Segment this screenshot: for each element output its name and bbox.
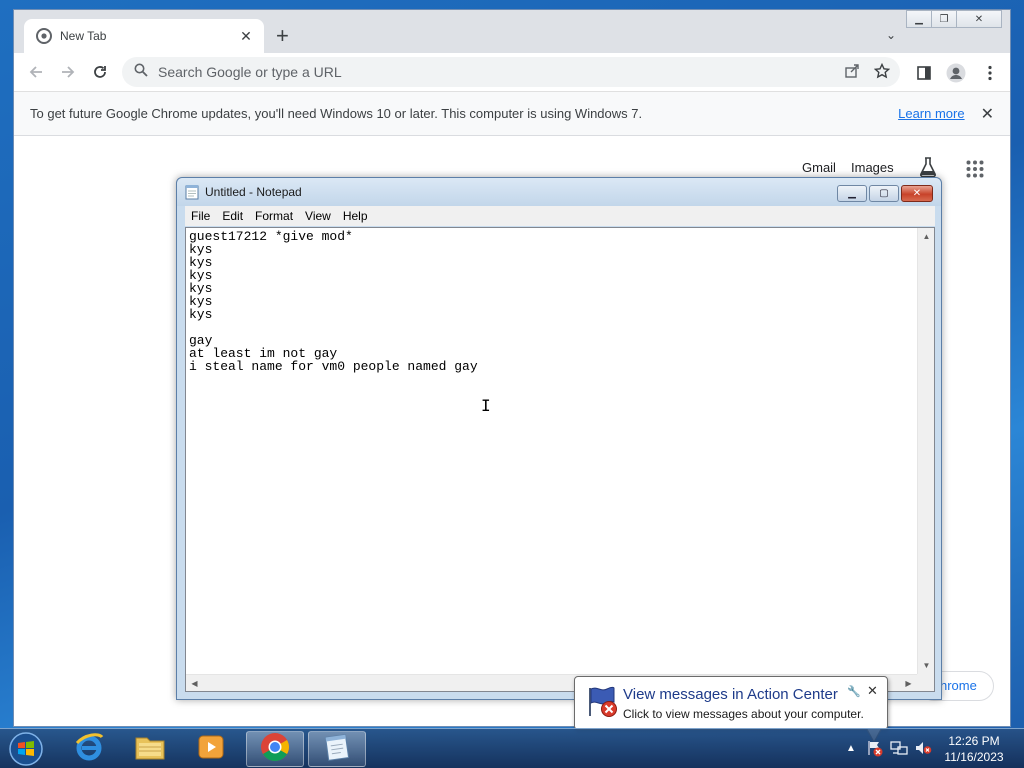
close-window-icon[interactable]: ✕ [956, 10, 1002, 28]
share-icon[interactable] [844, 63, 860, 84]
start-orb-icon[interactable] [6, 730, 46, 768]
google-apps-grid-icon[interactable] [966, 160, 984, 178]
back-arrow-icon[interactable] [26, 62, 46, 82]
taskbar-internet-explorer[interactable] [60, 731, 118, 767]
internet-explorer-icon [73, 731, 105, 768]
notepad-titlebar[interactable]: Untitled - Notepad ▁ ▢ ✕ [177, 178, 941, 206]
chrome-favicon-icon [36, 28, 52, 44]
scroll-up-arrow-icon[interactable]: ▲ [918, 228, 935, 245]
gmail-link[interactable]: Gmail [802, 160, 836, 175]
action-center-balloon[interactable]: View messages in Action Center Click to … [574, 676, 888, 743]
omnibox[interactable] [122, 57, 900, 87]
scroll-right-arrow-icon[interactable]: ▶ [900, 675, 917, 692]
search-icon [134, 63, 148, 82]
taskbar-windows-explorer[interactable] [121, 731, 179, 767]
balloon-title: View messages in Action Center [623, 686, 838, 703]
vertical-scrollbar[interactable]: ▲ ▼ [917, 228, 934, 674]
tab-search-chevron-icon[interactable]: ⌄ [886, 28, 896, 42]
tab-title: New Tab [60, 29, 107, 43]
menu-file[interactable]: File [185, 209, 216, 223]
notepad-window: Untitled - Notepad ▁ ▢ ✕ File Edit Forma… [176, 177, 942, 700]
action-center-flag-icon [585, 685, 619, 719]
action-center-tray-icon[interactable] [866, 739, 884, 762]
tab-new-tab[interactable]: New Tab ✕ [24, 19, 264, 53]
folder-icon [134, 732, 166, 767]
menu-format[interactable]: Format [249, 209, 299, 223]
menu-view[interactable]: View [299, 209, 337, 223]
notepad-minimize-icon[interactable]: ▁ [837, 185, 867, 202]
menu-help[interactable]: Help [337, 209, 374, 223]
minimize-icon[interactable]: ▁ [906, 10, 932, 28]
reload-icon[interactable] [90, 62, 110, 82]
images-link[interactable]: Images [851, 160, 894, 175]
notepad-edit-frame: ▲ ▼ ◀ ▶ I [185, 227, 935, 692]
scrollbar-corner [917, 674, 934, 691]
clock-time: 12:26 PM [948, 734, 1000, 748]
chrome-window-controls: ▁ ❐ ✕ [906, 10, 1002, 28]
taskbar: ▲ 12:26 PM 11/16/2023 [0, 728, 1024, 768]
search-input[interactable] [158, 64, 818, 80]
notepad-text-area[interactable] [187, 229, 918, 675]
tab-close-icon[interactable]: ✕ [238, 28, 254, 45]
scroll-down-arrow-icon[interactable]: ▼ [918, 657, 935, 674]
taskbar-notepad[interactable] [308, 731, 366, 767]
taskbar-media-player[interactable] [182, 731, 240, 767]
balloon-subtitle: Click to view messages about your comput… [623, 707, 864, 721]
infobar-message: To get future Google Chrome updates, you… [30, 106, 643, 121]
notepad-close-icon[interactable]: ✕ [901, 185, 933, 202]
kebab-menu-icon[interactable] [980, 63, 1000, 83]
tab-strip: New Tab ✕ + ⌄ ▁ ❐ ✕ [14, 10, 1010, 53]
notepad-menubar: File Edit Format View Help [185, 206, 935, 226]
clock-date: 11/16/2023 [944, 750, 1004, 764]
notepad-title: Untitled - Notepad [205, 185, 302, 199]
notepad-window-controls: ▁ ▢ ✕ [835, 185, 933, 202]
bookmark-star-icon[interactable] [873, 62, 891, 84]
notepad-taskbar-icon [322, 732, 352, 767]
labs-flask-icon[interactable] [918, 156, 938, 178]
new-tab-plus-icon[interactable]: + [276, 24, 289, 48]
media-player-icon [196, 732, 226, 767]
volume-muted-icon[interactable] [914, 739, 932, 762]
chrome-toolbar [14, 53, 1010, 91]
taskbar-google-chrome[interactable] [246, 731, 304, 767]
scroll-left-arrow-icon[interactable]: ◀ [186, 675, 203, 692]
restore-icon[interactable]: ❐ [931, 10, 957, 28]
notepad-maximize-icon[interactable]: ▢ [869, 185, 899, 202]
profile-avatar-icon[interactable] [946, 63, 966, 83]
google-chrome-icon [259, 731, 291, 768]
menu-edit[interactable]: Edit [216, 209, 249, 223]
balloon-options-icon[interactable]: 🔧 [847, 685, 861, 698]
network-icon[interactable] [890, 739, 908, 762]
show-hidden-icons-arrow-icon[interactable]: ▲ [846, 743, 856, 754]
side-panel-icon[interactable] [914, 63, 934, 83]
text-cursor-ibeam-icon: I [481, 396, 491, 415]
infobar-close-icon[interactable]: ✕ [981, 104, 994, 124]
taskbar-clock[interactable]: 12:26 PM 11/16/2023 [934, 733, 1014, 765]
update-infobar: To get future Google Chrome updates, you… [14, 91, 1010, 136]
learn-more-link[interactable]: Learn more [898, 106, 964, 121]
balloon-close-icon[interactable]: ✕ [867, 683, 878, 699]
forward-arrow-icon[interactable] [58, 62, 78, 82]
notepad-app-icon [185, 184, 199, 200]
